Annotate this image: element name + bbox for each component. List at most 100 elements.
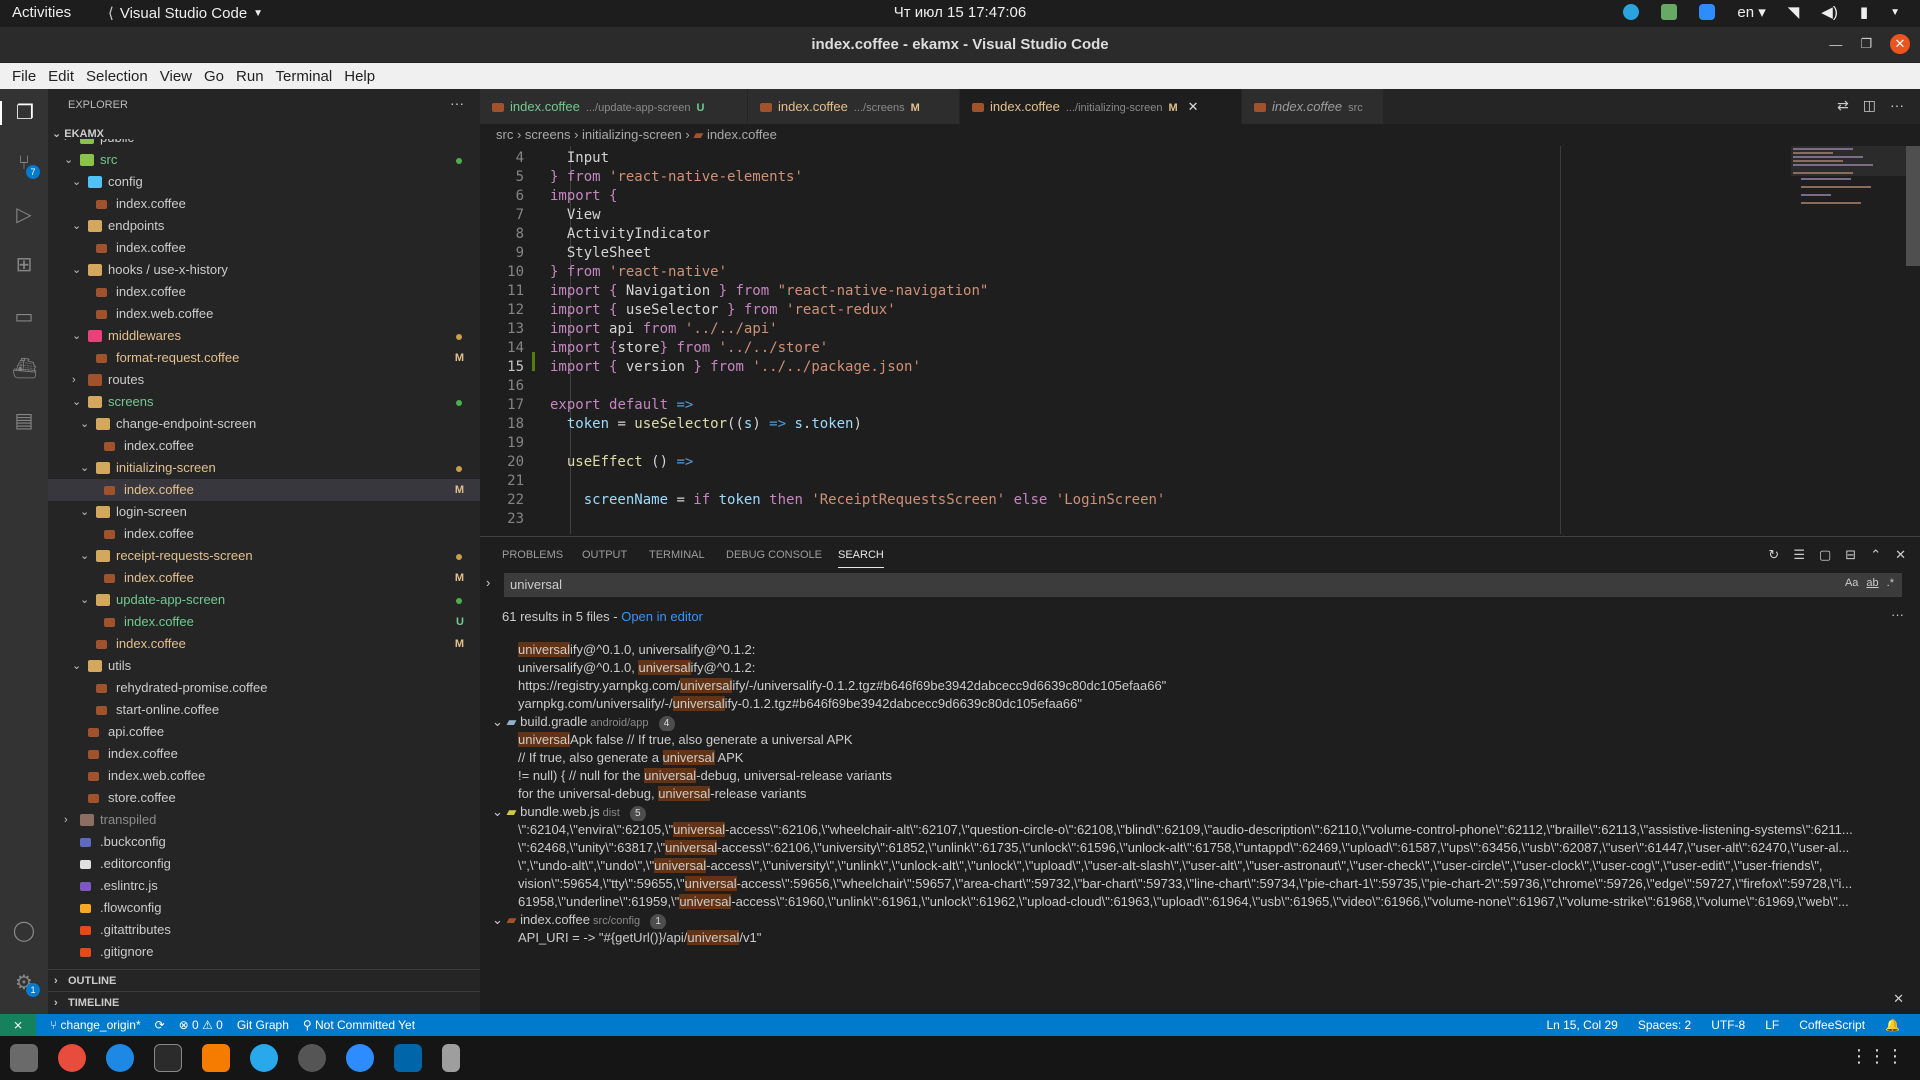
editor-tab[interactable]: index.coffee .../screens M: [748, 89, 960, 124]
clear-results-icon[interactable]: ☰: [1793, 547, 1805, 563]
tab-debug-console[interactable]: DEBUG CONSOLE: [726, 549, 822, 561]
search-result-line[interactable]: 61958,\"underline\":61959,\"universal-ac…: [518, 893, 1908, 911]
tab-output[interactable]: OUTPUT: [582, 549, 627, 561]
match-whole-word-toggle[interactable]: ab: [1866, 577, 1878, 589]
tree-file[interactable]: index.coffee: [48, 237, 480, 259]
search-result-line[interactable]: \":62468,\"unity\":63817,\"universal-acc…: [518, 839, 1908, 857]
language-indicator[interactable]: en ▾: [1737, 3, 1765, 21]
terminal-app-icon[interactable]: [154, 1044, 182, 1072]
remote-explorer-icon[interactable]: ▭: [12, 305, 36, 329]
tree-file[interactable]: store.coffee: [48, 787, 480, 809]
tree-file[interactable]: format-request.coffee M: [48, 347, 480, 369]
dismiss-result-icon[interactable]: ✕: [1893, 991, 1904, 1007]
use-regex-toggle[interactable]: .*: [1887, 577, 1894, 589]
tree-file[interactable]: .gitignore: [48, 941, 480, 963]
tab-close-icon[interactable]: ✕: [1188, 99, 1199, 114]
search-result-line[interactable]: universalify@^0.1.0, universalify@^0.1.2…: [518, 659, 1908, 677]
search-result-line[interactable]: // If true, also generate a universal AP…: [518, 749, 1908, 767]
close-panel-icon[interactable]: ✕: [1895, 547, 1906, 563]
tree-file[interactable]: api.coffee: [48, 721, 480, 743]
tree-file[interactable]: index.coffee M: [48, 633, 480, 655]
search-result-line[interactable]: for the universal-debug, universal-relea…: [518, 785, 1908, 803]
breadcrumb-file[interactable]: index.coffee: [707, 127, 777, 142]
tab-problems[interactable]: PROBLEMS: [502, 549, 563, 561]
manage-gear-icon[interactable]: ⚙ 1: [12, 971, 40, 997]
tree-file[interactable]: .gitattributes: [48, 919, 480, 941]
tree-file[interactable]: index.coffee: [48, 743, 480, 765]
tree-folder[interactable]: ⌄ update-app-screen: [48, 589, 480, 611]
editor-tab[interactable]: index.coffee .../initializing-screen M ✕: [960, 89, 1242, 124]
run-debug-icon[interactable]: ▷: [12, 203, 36, 227]
menu-selection[interactable]: Selection: [80, 68, 154, 85]
minimap[interactable]: [1560, 146, 1907, 534]
search-input[interactable]: universal: [504, 573, 1902, 597]
tree-folder[interactable]: ⌄ hooks / use-x-history: [48, 259, 480, 281]
obs-app-icon[interactable]: [298, 1044, 326, 1072]
tree-folder[interactable]: ⌄ src: [48, 149, 480, 171]
maximize-panel-icon[interactable]: ⌃: [1870, 547, 1881, 563]
tree-folder[interactable]: ⌄ endpoints: [48, 215, 480, 237]
search-result-line[interactable]: universalify@^0.1.0, universalify@^0.1.2…: [518, 641, 1908, 659]
search-result-line[interactable]: vision\":59654,\"tty\":59655,\"universal…: [518, 875, 1908, 893]
minimize-button[interactable]: —: [1829, 37, 1842, 52]
tree-file[interactable]: index.coffee U: [48, 611, 480, 633]
minimap-slider[interactable]: [1791, 146, 1907, 176]
telegram-tray-icon[interactable]: [1623, 4, 1640, 20]
chrome-app-icon[interactable]: [58, 1044, 86, 1072]
search-result-line[interactable]: https://registry.yarnpkg.com/universalif…: [518, 677, 1908, 695]
more-actions-icon[interactable]: ···: [1890, 97, 1904, 114]
menu-terminal[interactable]: Terminal: [270, 68, 339, 85]
tree-folder[interactable]: › public: [48, 139, 480, 149]
tree-file[interactable]: .flowconfig: [48, 897, 480, 919]
editor-tab[interactable]: index.coffee src: [1242, 89, 1384, 124]
refresh-icon[interactable]: ↻: [1768, 547, 1779, 563]
search-result-line[interactable]: \",\"undo-alt\",\"undo\",\"universal-acc…: [518, 857, 1908, 875]
power-menu-icon[interactable]: ▼: [1890, 7, 1900, 18]
search-result-file[interactable]: ⌄ ▰ build.gradle android/app 4: [492, 713, 1882, 731]
tree-file[interactable]: index.coffee M: [48, 567, 480, 589]
search-result-line[interactable]: universalApk false // If true, also gene…: [518, 731, 1908, 749]
tree-folder[interactable]: ⌄ utils: [48, 655, 480, 677]
tree-file[interactable]: start-online.coffee: [48, 699, 480, 721]
search-result-file[interactable]: ⌄ ▰ index.coffee src/config 1: [492, 911, 1882, 929]
tree-file[interactable]: rehydrated-promise.coffee: [48, 677, 480, 699]
explorer-icon[interactable]: ❐: [0, 101, 48, 125]
menu-view[interactable]: View: [154, 68, 198, 85]
wifi-icon[interactable]: ◥: [1788, 3, 1800, 21]
tree-folder[interactable]: ⌄ login-screen: [48, 501, 480, 523]
menu-file[interactable]: File: [6, 68, 42, 85]
docker-icon[interactable]: ⛴: [12, 357, 37, 381]
breadcrumb-src[interactable]: src: [496, 127, 513, 142]
git-blame-indicator[interactable]: ⚲ Not Committed Yet: [303, 1014, 415, 1036]
open-in-editor-link[interactable]: Open in editor: [621, 609, 703, 624]
collapse-all-icon[interactable]: ⊟: [1845, 547, 1856, 563]
toggle-replace-chevron-icon[interactable]: ›: [486, 575, 490, 590]
git-graph-button[interactable]: Git Graph: [237, 1014, 289, 1036]
tree-file[interactable]: index.coffee: [48, 193, 480, 215]
search-result-line[interactable]: != null) { // null for the universal-deb…: [518, 767, 1908, 785]
tab-terminal[interactable]: TERMINAL: [649, 549, 705, 561]
zoom-app-icon[interactable]: [346, 1044, 374, 1072]
search-result-line[interactable]: \":62104,\"envira\":62105,\"universal-ac…: [518, 821, 1908, 839]
search-result-file[interactable]: ⌄ ▰ bundle.web.js dist 5: [492, 803, 1882, 821]
volume-icon[interactable]: ◀): [1821, 3, 1838, 21]
open-changes-icon[interactable]: ⇄: [1837, 97, 1849, 114]
notifications-bell-icon[interactable]: 🔔: [1885, 1014, 1900, 1036]
tree-folder[interactable]: ⌄ screens: [48, 391, 480, 413]
breadcrumb-screens[interactable]: screens: [525, 127, 571, 142]
indentation[interactable]: Spaces: 2: [1638, 1014, 1691, 1036]
explorer-more-actions[interactable]: ···: [450, 95, 464, 111]
maximize-button[interactable]: ❐: [1860, 36, 1872, 52]
editor-scrollbar[interactable]: [1906, 146, 1920, 266]
tree-folder[interactable]: › transpiled: [48, 809, 480, 831]
menu-edit[interactable]: Edit: [42, 68, 80, 85]
telegram-app-icon[interactable]: [250, 1044, 278, 1072]
tree-file[interactable]: .editorconfig: [48, 853, 480, 875]
tree-file[interactable]: index.coffee: [48, 523, 480, 545]
menu-help[interactable]: Help: [338, 68, 381, 85]
source-control-icon[interactable]: ⑂ 7: [12, 151, 40, 179]
tree-file[interactable]: .eslintrc.js: [48, 875, 480, 897]
tree-file[interactable]: index.web.coffee: [48, 765, 480, 787]
shield-tray-icon[interactable]: [1661, 4, 1678, 20]
tree-folder[interactable]: ⌄ middlewares: [48, 325, 480, 347]
